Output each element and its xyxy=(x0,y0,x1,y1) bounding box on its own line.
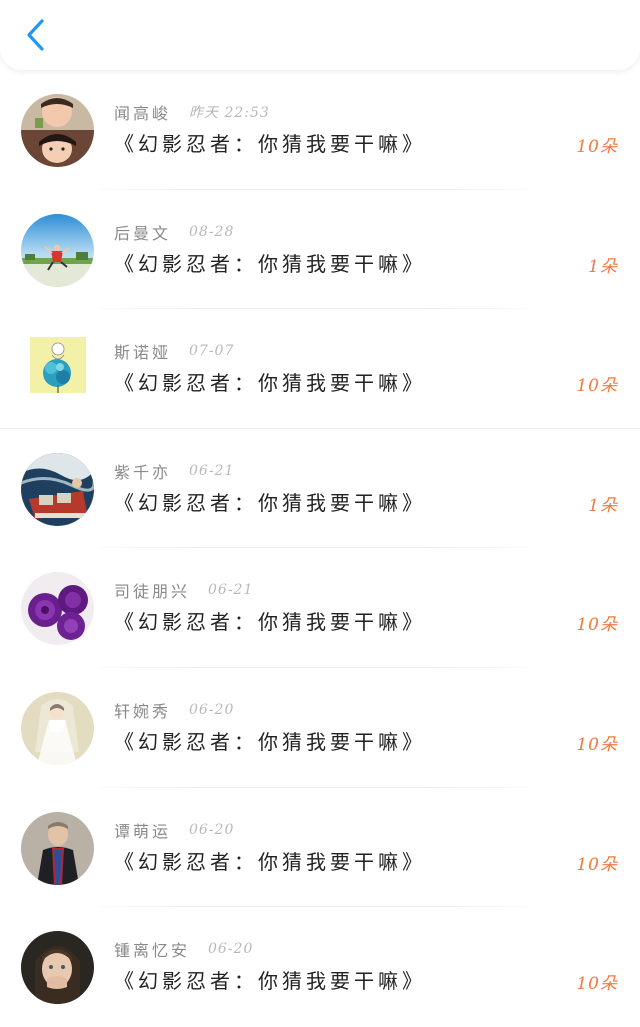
list-item[interactable]: 后曼文 08-28 《幻影忍者：你猜我要干嘛》 1朵 xyxy=(0,190,640,310)
avatar-two-children[interactable] xyxy=(21,94,94,167)
avatar-child-portrait[interactable] xyxy=(21,931,94,1005)
top-bar xyxy=(0,0,640,70)
avatar-man-scarf[interactable] xyxy=(21,811,94,885)
timestamp: 06-20 xyxy=(189,821,235,838)
timestamp: 06-20 xyxy=(189,701,235,718)
flower-count: 10朵 xyxy=(576,376,618,397)
sender-name: 紫千亦 xyxy=(114,462,172,482)
sender-name: 锺离忆安 xyxy=(114,941,191,961)
message-title[interactable]: 《幻影忍者：你猜我要干嘛》 xyxy=(114,967,426,995)
sender-name: 轩婉秀 xyxy=(114,701,172,721)
list-item[interactable]: 紫千亦 06-21 《幻影忍者：你猜我要干嘛》 1朵 xyxy=(0,429,640,549)
message-title[interactable]: 《幻影忍者：你猜我要干嘛》 xyxy=(114,489,426,517)
chevron-left-icon xyxy=(27,19,44,51)
avatar-boat-on-water[interactable] xyxy=(21,452,94,526)
flower-count: 10朵 xyxy=(576,974,618,995)
list-item[interactable]: 锺离忆安 06-20 《幻影忍者：你猜我要干嘛》 10朵 xyxy=(0,907,640,1027)
avatar-drawing-blue-flower[interactable] xyxy=(30,337,86,394)
timestamp: 06-21 xyxy=(208,582,254,599)
timestamp: 昨天 22:53 xyxy=(189,105,270,121)
flower-count: 10朵 xyxy=(576,137,618,157)
message-title[interactable]: 《幻影忍者：你猜我要干嘛》 xyxy=(114,608,426,636)
back-button[interactable] xyxy=(16,12,56,58)
list-item[interactable]: 闻高峻 昨天 22:53 《幻影忍者：你猜我要干嘛》 10朵 xyxy=(0,70,640,190)
avatar-purple-roses[interactable] xyxy=(21,572,94,646)
flower-count: 1朵 xyxy=(588,256,618,277)
timestamp: 07-07 xyxy=(189,343,235,360)
avatar-jumping-person-sky[interactable] xyxy=(21,213,94,287)
sender-name: 谭萌运 xyxy=(114,821,172,841)
timestamp: 08-28 xyxy=(189,223,235,240)
message-title[interactable]: 《幻影忍者：你猜我要干嘛》 xyxy=(114,369,426,397)
message-title[interactable]: 《幻影忍者：你猜我要干嘛》 xyxy=(114,130,426,158)
list-item[interactable]: 轩婉秀 06-20 《幻影忍者：你猜我要干嘛》 10朵 xyxy=(0,668,640,788)
avatar-bride[interactable] xyxy=(21,691,94,765)
timestamp: 06-20 xyxy=(208,941,254,958)
message-title[interactable]: 《幻影忍者：你猜我要干嘛》 xyxy=(114,250,426,278)
sender-name: 司徒朋兴 xyxy=(114,582,191,602)
flower-count: 1朵 xyxy=(588,495,618,516)
list-item[interactable]: 谭萌运 06-20 《幻影忍者：你猜我要干嘛》 10朵 xyxy=(0,788,640,908)
sender-name: 后曼文 xyxy=(114,223,172,243)
message-title[interactable]: 《幻影忍者：你猜我要干嘛》 xyxy=(114,848,426,876)
message-list: 闻高峻 昨天 22:53 《幻影忍者：你猜我要干嘛》 10朵 后曼文 08-28… xyxy=(0,70,640,1027)
message-title[interactable]: 《幻影忍者：你猜我要干嘛》 xyxy=(114,728,426,756)
timestamp: 06-21 xyxy=(189,462,235,479)
flower-count: 10朵 xyxy=(576,734,618,755)
sender-name: 闻高峻 xyxy=(114,104,172,123)
flower-count: 10朵 xyxy=(576,615,618,636)
sender-name: 斯诺娅 xyxy=(114,343,172,363)
flower-count: 10朵 xyxy=(576,854,618,875)
list-item[interactable]: 司徒朋兴 06-21 《幻影忍者：你猜我要干嘛》 10朵 xyxy=(0,548,640,668)
list-item[interactable]: 斯诺娅 07-07 《幻影忍者：你猜我要干嘛》 10朵 xyxy=(0,309,640,429)
